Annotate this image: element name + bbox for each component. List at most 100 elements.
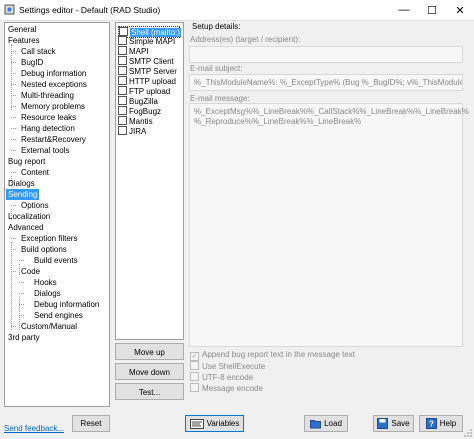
tree-item[interactable]: Dialogs <box>8 178 35 189</box>
option-checkbox-row[interactable]: UTF-8 encode <box>190 372 253 382</box>
send-feedback-link[interactable]: Send feedback... <box>4 424 64 433</box>
tree-item[interactable]: Memory problems <box>21 101 85 112</box>
option-checkbox-row[interactable]: ✓ Append bug report text in the message t… <box>190 350 355 361</box>
tree-item[interactable]: Nested exceptions <box>21 79 87 90</box>
tree-item[interactable]: Content <box>21 167 49 178</box>
tree-item[interactable]: Build events <box>34 255 78 266</box>
resize-grip-icon[interactable] <box>464 429 472 437</box>
plugin-checkbox[interactable] <box>118 66 127 75</box>
tree-item[interactable]: Exception filters <box>21 233 77 244</box>
option-label: Append bug report text in the message te… <box>202 350 355 359</box>
folder-icon <box>310 420 322 429</box>
tree-item[interactable]: Custom/Manual <box>21 321 77 332</box>
close-icon[interactable]: ✕ <box>446 0 474 20</box>
plugin-item[interactable]: Simple MAPI <box>118 36 175 46</box>
option-checkbox-row[interactable]: Use ShellExecute <box>190 361 265 371</box>
tree-item[interactable]: Code <box>21 266 40 277</box>
svg-text:?: ? <box>429 420 434 429</box>
move-up-button[interactable]: Move up <box>115 343 184 360</box>
maximize-icon[interactable]: ☐ <box>418 0 446 20</box>
tree-item[interactable]: 3rd party <box>8 332 40 343</box>
tree-connector <box>19 282 24 283</box>
tree-item[interactable]: Debug information <box>34 299 99 310</box>
tree-connector <box>11 238 16 239</box>
tree-item[interactable]: Dialogs <box>34 288 61 299</box>
plugin-item[interactable]: SMTP Client <box>118 56 174 66</box>
help-label: Help <box>439 419 457 428</box>
plugin-checkbox[interactable] <box>118 56 127 65</box>
plugin-item[interactable]: FTP upload <box>118 86 170 96</box>
tree-item[interactable]: Advanced <box>8 222 44 233</box>
plugin-label: SMTP Client <box>129 57 174 66</box>
subject-field[interactable]: %_ThisModuleName%: %_ExceptType% (Bug %_… <box>189 74 463 91</box>
tree-connector <box>11 172 16 173</box>
tree-connector <box>11 271 16 272</box>
tree-item[interactable]: Bug report <box>8 156 45 167</box>
plugin-checkbox[interactable] <box>118 36 127 45</box>
plugin-checkbox[interactable] <box>118 86 127 95</box>
help-button[interactable]: ? Help <box>419 415 463 432</box>
plugin-item[interactable]: FogBugz <box>118 106 161 116</box>
send-plugins-list[interactable]: Shell (mailto:) Simple MAPI MAPI SMTP Clien… <box>115 22 184 340</box>
plugin-label: SMTP Server <box>129 67 177 76</box>
tree-item[interactable]: Restart&Recovery <box>21 134 86 145</box>
tree-item[interactable]: Hang detection <box>21 123 75 134</box>
tree-item[interactable]: Build options <box>21 244 67 255</box>
tree-item[interactable]: Call stack <box>21 46 56 57</box>
address-field[interactable] <box>189 46 463 63</box>
load-button[interactable]: Load <box>304 415 348 432</box>
plugin-item[interactable]: Mantis <box>118 116 153 126</box>
tree-item[interactable]: General <box>8 24 36 35</box>
reset-button[interactable]: Reset <box>72 415 110 432</box>
tree-item[interactable]: Debug information <box>21 68 86 79</box>
minimize-icon[interactable]: — <box>390 0 418 20</box>
tree-connector <box>19 304 24 305</box>
tree-item[interactable]: Localization <box>8 211 50 222</box>
settings-app-icon <box>4 4 15 15</box>
tree-connector <box>11 326 16 327</box>
plugin-checkbox[interactable] <box>118 96 127 105</box>
tree-item[interactable]: Options <box>21 200 49 211</box>
tree-connector <box>19 297 20 330</box>
subject-label: E-mail subject: <box>190 64 243 73</box>
tree-item[interactable]: Multi-threading <box>21 90 74 101</box>
checked-checkbox-icon[interactable]: ✓ <box>190 352 199 361</box>
tree-item[interactable]: Resource leaks <box>21 112 76 123</box>
save-button[interactable]: Save <box>373 415 414 432</box>
message-field[interactable]: %_ExceptMsg%%_LineBreak%%_CallStack%%_Li… <box>189 103 469 347</box>
tree-item[interactable]: BugID <box>21 57 43 68</box>
checkbox-icon[interactable] <box>190 383 199 392</box>
plugin-item[interactable]: MAPI <box>118 46 149 56</box>
test-button[interactable]: Test... <box>115 383 184 400</box>
tree-item[interactable]: Sending <box>6 189 40 200</box>
plugin-checkbox[interactable] <box>118 76 127 85</box>
plugin-checkbox[interactable] <box>119 27 128 36</box>
move-down-button[interactable]: Move down <box>115 363 184 380</box>
checkbox-icon[interactable] <box>190 372 199 381</box>
plugin-checkbox[interactable] <box>118 116 127 125</box>
tree-item[interactable]: Features <box>8 35 40 46</box>
plugin-label: JIRA <box>129 127 147 136</box>
tree-item[interactable]: Hooks <box>34 277 57 288</box>
plugin-checkbox[interactable] <box>118 106 127 115</box>
tree-connector <box>11 95 16 96</box>
plugin-item[interactable]: HTTP upload <box>118 76 176 86</box>
tree-item[interactable]: External tools <box>21 145 69 156</box>
checkbox-icon[interactable] <box>190 361 199 370</box>
plugin-checkbox[interactable] <box>118 46 127 55</box>
plugin-item[interactable]: BugZilla <box>118 96 158 106</box>
plugin-item[interactable]: SMTP Server <box>118 66 177 76</box>
setup-details-heading: Setup details: <box>192 22 241 31</box>
settings-tree[interactable]: General Features Call stack BugID Debug info… <box>4 22 110 407</box>
option-checkbox-row[interactable]: Message encode <box>190 383 263 393</box>
address-label: Address(es) (target / recipient): <box>190 35 301 44</box>
variables-button[interactable]: Variables <box>185 415 244 432</box>
tree-connector <box>11 205 16 206</box>
plugin-label: HTTP upload <box>129 77 176 86</box>
tree-connector <box>11 150 16 151</box>
plugin-item[interactable]: JIRA <box>118 126 146 136</box>
plugin-checkbox[interactable] <box>118 126 127 135</box>
tree-item[interactable]: Send engines <box>34 310 83 321</box>
floppy-disk-icon <box>377 418 389 429</box>
tree-connector <box>11 128 16 129</box>
